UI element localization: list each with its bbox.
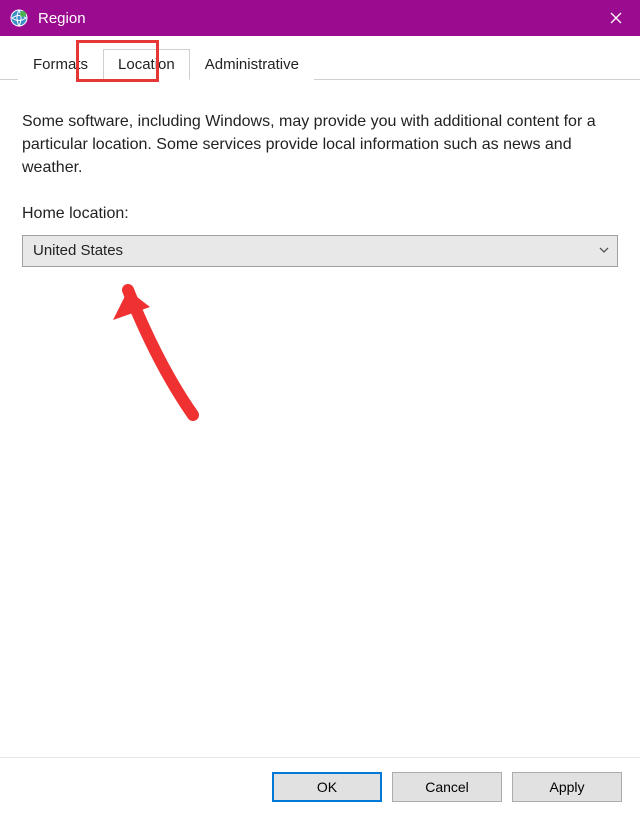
title-bar: Region xyxy=(0,0,640,36)
tab-content: Some software, including Windows, may pr… xyxy=(0,80,640,757)
description-text: Some software, including Windows, may pr… xyxy=(22,110,618,180)
dialog-buttons: OK Cancel Apply xyxy=(0,757,640,820)
window-title: Region xyxy=(38,10,86,27)
close-button[interactable] xyxy=(592,0,640,36)
close-icon xyxy=(610,12,622,24)
home-location-dropdown[interactable]: United States xyxy=(22,235,618,267)
home-location-label: Home location: xyxy=(22,202,618,225)
cancel-button[interactable]: Cancel xyxy=(392,772,502,802)
tab-formats[interactable]: Formats xyxy=(18,49,103,80)
tab-administrative[interactable]: Administrative xyxy=(190,49,314,80)
annotation-arrow xyxy=(108,265,228,425)
chevron-down-icon xyxy=(599,243,609,259)
ok-button[interactable]: OK xyxy=(272,772,382,802)
app-icon xyxy=(10,9,28,27)
apply-button[interactable]: Apply xyxy=(512,772,622,802)
dropdown-value: United States xyxy=(33,240,123,262)
tab-strip: Formats Location Administrative xyxy=(0,36,640,80)
tab-location[interactable]: Location xyxy=(103,49,190,80)
window-body: Formats Location Administrative Some sof… xyxy=(0,36,640,820)
